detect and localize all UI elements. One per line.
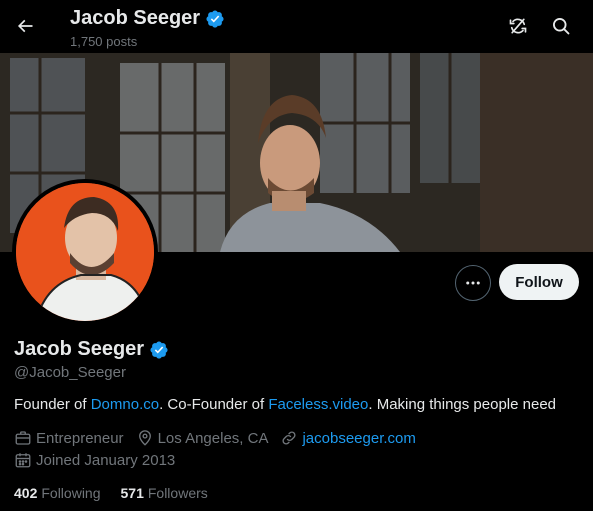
back-button[interactable] — [8, 9, 42, 43]
joined-item: Joined January 2013 — [14, 451, 175, 469]
avatar[interactable] — [12, 179, 158, 325]
top-bar: Jacob Seeger 1,750 posts — [0, 0, 593, 53]
bio-text-1: Founder of — [14, 396, 91, 413]
more-options-button[interactable] — [455, 265, 491, 301]
followers-count: 571 — [120, 485, 144, 501]
verified-badge-icon[interactable] — [149, 340, 169, 360]
bio-text-2: . Co-Founder of — [159, 396, 269, 413]
following-label: Following — [41, 485, 101, 501]
bio-link-faceless[interactable]: Faceless.video — [268, 396, 368, 413]
following-count: 402 — [14, 485, 38, 501]
arrow-left-icon — [17, 19, 33, 33]
search-icon — [553, 18, 570, 35]
profession-text: Entrepreneur — [36, 429, 124, 447]
header-name-text: Jacob Seeger — [70, 7, 201, 29]
verified-badge-icon — [206, 9, 224, 28]
display-name-text: Jacob Seeger — [14, 338, 145, 360]
profile-meta-row: Entrepreneur Los Angeles, CA jacobseeger… — [14, 429, 428, 447]
refresh-button[interactable] — [501, 9, 535, 43]
refresh-off-icon — [509, 18, 527, 34]
website-item: jacobseeger.com — [280, 429, 416, 447]
header-post-count: 1,750 posts — [70, 34, 138, 49]
profession-item: Entrepreneur — [14, 429, 124, 447]
joined-text: Joined January 2013 — [36, 451, 176, 469]
bio-text-3: . Making things people need — [368, 396, 557, 413]
followers-stat[interactable]: 571 Followers — [121, 485, 208, 501]
link-icon — [282, 431, 296, 445]
location-item: Los Angeles, CA — [136, 429, 269, 447]
profile-bio: Founder of Domno.co. Co-Founder of Facel… — [14, 396, 556, 413]
more-horizontal-icon — [466, 281, 480, 285]
profile-display-name: Jacob Seeger — [14, 338, 169, 361]
website-link[interactable]: jacobseeger.com — [302, 430, 415, 447]
follow-button[interactable]: Follow — [499, 264, 579, 300]
following-stat[interactable]: 402 Following — [14, 485, 101, 501]
location-pin-icon — [138, 430, 151, 446]
search-button[interactable] — [544, 9, 578, 43]
followers-label: Followers — [147, 485, 208, 501]
profile-handle: @Jacob_Seeger — [14, 364, 126, 381]
profile-joined-row: Joined January 2013 — [14, 451, 187, 469]
location-text: Los Angeles, CA — [157, 429, 269, 447]
briefcase-icon — [15, 431, 31, 445]
bio-link-domno[interactable]: Domno.co — [91, 396, 159, 413]
avatar-photo — [16, 183, 154, 321]
avatar-image — [16, 183, 154, 321]
profile-stats: 402 Following 571 Followers — [14, 485, 228, 501]
calendar-icon — [15, 453, 31, 468]
header-name: Jacob Seeger — [70, 7, 225, 30]
